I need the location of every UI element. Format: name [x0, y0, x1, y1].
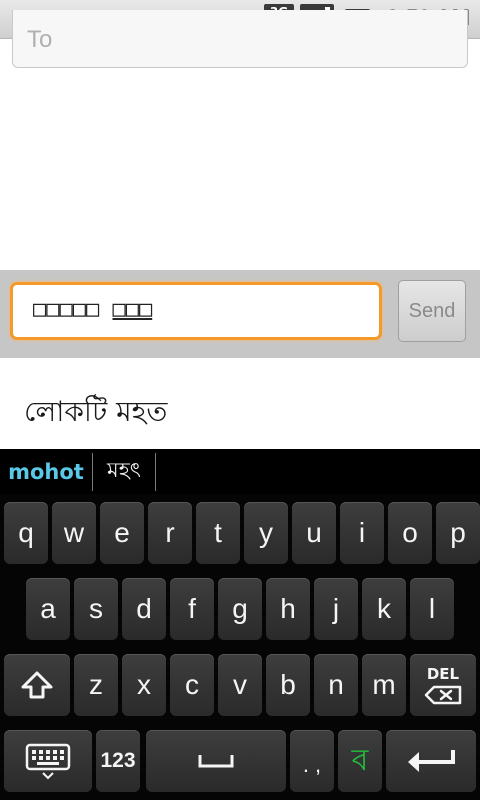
- key-i[interactable]: i: [340, 502, 384, 564]
- punctuation-label: . ,: [302, 752, 322, 777]
- keyboard-icon: [25, 743, 71, 780]
- suggestion-strip: mohot মহৎ: [0, 449, 480, 495]
- punctuation-key[interactable]: . ,: [290, 730, 334, 792]
- key-v[interactable]: v: [218, 654, 262, 716]
- recipient-field[interactable]: To: [12, 10, 468, 68]
- key-s[interactable]: s: [74, 578, 118, 640]
- key-e[interactable]: e: [100, 502, 144, 564]
- key-y[interactable]: y: [244, 502, 288, 564]
- enter-key[interactable]: [386, 730, 476, 792]
- preview-text: লোকটি মহত: [24, 395, 168, 428]
- key-j[interactable]: j: [314, 578, 358, 640]
- key-b[interactable]: b: [266, 654, 310, 716]
- message-composing-text: □□□: [112, 297, 153, 322]
- key-f[interactable]: f: [170, 578, 214, 640]
- key-c[interactable]: c: [170, 654, 214, 716]
- key-l[interactable]: l: [410, 578, 454, 640]
- key-h[interactable]: h: [266, 578, 310, 640]
- space-icon: [198, 755, 234, 768]
- key-x[interactable]: x: [122, 654, 166, 716]
- transliteration-preview: লোকটি মহত: [0, 376, 480, 449]
- recipient-placeholder: To: [27, 26, 53, 53]
- key-w[interactable]: w: [52, 502, 96, 564]
- suggestion-bengali[interactable]: মহৎ: [93, 449, 155, 494]
- numbers-key[interactable]: 123: [96, 730, 140, 792]
- key-r[interactable]: r: [148, 502, 192, 564]
- space-key[interactable]: [146, 730, 286, 792]
- key-t[interactable]: t: [196, 502, 240, 564]
- key-o[interactable]: o: [388, 502, 432, 564]
- key-d[interactable]: d: [122, 578, 166, 640]
- key-k[interactable]: k: [362, 578, 406, 640]
- soft-keyboard: q w e r t y u i o p a s d f g h j k l z …: [0, 494, 480, 800]
- delete-key[interactable]: DEL: [410, 654, 476, 716]
- language-key[interactable]: ব: [338, 730, 382, 792]
- key-g[interactable]: g: [218, 578, 262, 640]
- shift-icon: [21, 671, 53, 699]
- backspace-icon: [424, 685, 462, 705]
- suggestion-divider: [155, 453, 156, 491]
- key-q[interactable]: q: [4, 502, 48, 564]
- keyboard-settings-key[interactable]: [4, 730, 92, 792]
- key-m[interactable]: m: [362, 654, 406, 716]
- enter-icon: [408, 750, 455, 772]
- delete-label: DEL: [426, 665, 460, 683]
- key-p[interactable]: p: [436, 502, 480, 564]
- suggestion-typed[interactable]: mohot: [0, 449, 92, 494]
- message-committed-text: □□□□□: [33, 297, 113, 322]
- key-a[interactable]: a: [26, 578, 70, 640]
- key-z[interactable]: z: [74, 654, 118, 716]
- message-text: □□□□□ □□□: [33, 297, 152, 322]
- send-button[interactable]: Send: [398, 280, 466, 342]
- shift-key[interactable]: [4, 654, 70, 716]
- key-n[interactable]: n: [314, 654, 358, 716]
- key-u[interactable]: u: [292, 502, 336, 564]
- message-input[interactable]: □□□□□ □□□: [10, 282, 382, 340]
- compose-bar: □□□□□ □□□ Send: [0, 270, 480, 358]
